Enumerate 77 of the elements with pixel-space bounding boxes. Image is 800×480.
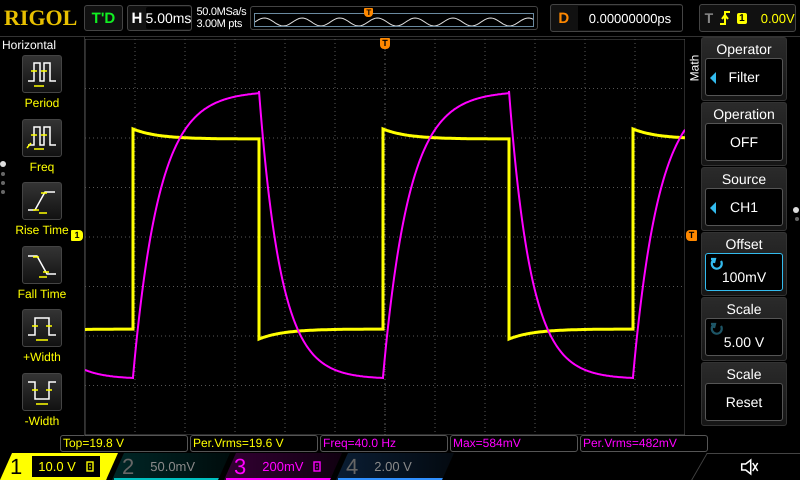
menu-item-label: Source (722, 170, 766, 188)
channel-tab[interactable]: 2 50.0mV (112, 453, 230, 480)
speaker-muted-icon (740, 458, 760, 476)
delay-box[interactable]: D 0.00000000ps (550, 4, 683, 32)
bandwidth-limit-icon (86, 461, 94, 472)
channel-number: 3 (234, 454, 246, 480)
trigger-level: 0.00V (760, 10, 795, 26)
channel-tab[interactable]: 1 10.0 V (0, 453, 118, 480)
menu-item-value: OFF (730, 134, 758, 150)
measure-label: Freq (30, 160, 54, 174)
channel-scale: 200mV (262, 459, 304, 474)
menu-title: Math (687, 54, 702, 82)
menu-item-label: Offset (725, 235, 763, 253)
brand-logo: RIGOL (4, 5, 78, 31)
measurement-readout: Top=19.8 V (60, 435, 188, 452)
measure-label: +Width (23, 350, 61, 364)
left-arrow-icon (709, 202, 717, 214)
menu-item[interactable]: Operator Filter (701, 37, 787, 101)
channel-scale: 2.00 V (374, 459, 412, 474)
measure-label: Fall Time (18, 286, 66, 300)
measure-button[interactable] (22, 118, 62, 156)
timebase-value: 5.00ms (146, 7, 192, 29)
channel-tab[interactable]: 4 2.00 V (336, 453, 454, 480)
overview-waveform-icon (254, 13, 534, 27)
menu-item[interactable]: Source CH1 (701, 167, 787, 231)
run-status: T'D (84, 5, 123, 31)
trigger-position-marker: T (364, 8, 374, 17)
measurement-readout: Per.Vrms=19.6 V (190, 435, 318, 452)
rising-edge-icon (719, 10, 732, 26)
menu-item[interactable]: Offset 100mV (701, 232, 787, 296)
measure-label: Rise Time (15, 223, 69, 237)
delay-value: 0.00000000ps (578, 6, 682, 30)
sample-rate: 50.0MSa/s (196, 6, 246, 18)
menu-item-value: Reset (726, 394, 762, 410)
measurement-readout: Max=584mV (450, 435, 578, 452)
measure-label: -Width (24, 414, 60, 428)
measurement-readout: Freq=40.0 Hz (320, 435, 448, 452)
menu-item-label: Operation (713, 105, 775, 123)
knob-icon (710, 257, 724, 271)
channel-number: 2 (122, 454, 134, 480)
measurement-readout: Per.Vrms=482mV (580, 435, 708, 452)
measure-button[interactable] (22, 182, 62, 220)
timebase-label: H (132, 10, 144, 26)
channel-number: 1 (10, 454, 22, 480)
menu-item-value: CH1 (730, 199, 758, 215)
trigger-level-marker: T (686, 230, 697, 241)
trigger-label: T (704, 10, 714, 26)
measure-label: Period (24, 96, 60, 110)
channel-marker: 1 (71, 230, 83, 241)
trigger-box[interactable]: T 1 0.00V (698, 4, 796, 32)
channel-scale: 10.0 V (38, 459, 76, 474)
channel-number: 4 (346, 454, 358, 480)
menu-title: Horizontal (2, 38, 56, 52)
channel-scale: 50.0mV (150, 459, 196, 474)
delay-label: D (558, 10, 570, 26)
timebase-box[interactable]: H 5.00ms (126, 5, 192, 31)
trigger-position-marker: T (380, 38, 390, 49)
channel-tab[interactable]: 3 200mV (224, 453, 342, 480)
menu-item-label: Scale (726, 300, 762, 318)
measure-button[interactable] (22, 372, 62, 410)
trigger-source: 1 (737, 12, 747, 24)
memory-depth: 3.00M pts (196, 18, 244, 30)
menu-item-value: Filter (728, 69, 760, 85)
measure-button[interactable] (22, 55, 62, 93)
menu-item-label: Scale (726, 365, 762, 383)
menu-item[interactable]: Operation OFF (701, 102, 787, 166)
menu-item-value: 100mV (722, 269, 766, 285)
sound-button[interactable] (691, 453, 800, 480)
bandwidth-limit-icon (313, 461, 322, 472)
menu-item-value: 5.00 V (724, 334, 764, 350)
menu-item[interactable]: Scale 5.00 V (701, 297, 787, 361)
menu-item[interactable]: Scale Reset (701, 362, 787, 426)
measure-button[interactable] (22, 246, 62, 284)
knob-icon (710, 322, 724, 336)
menu-item-label: Operator (716, 40, 772, 58)
measure-button[interactable] (22, 309, 62, 347)
left-arrow-icon (709, 72, 717, 84)
